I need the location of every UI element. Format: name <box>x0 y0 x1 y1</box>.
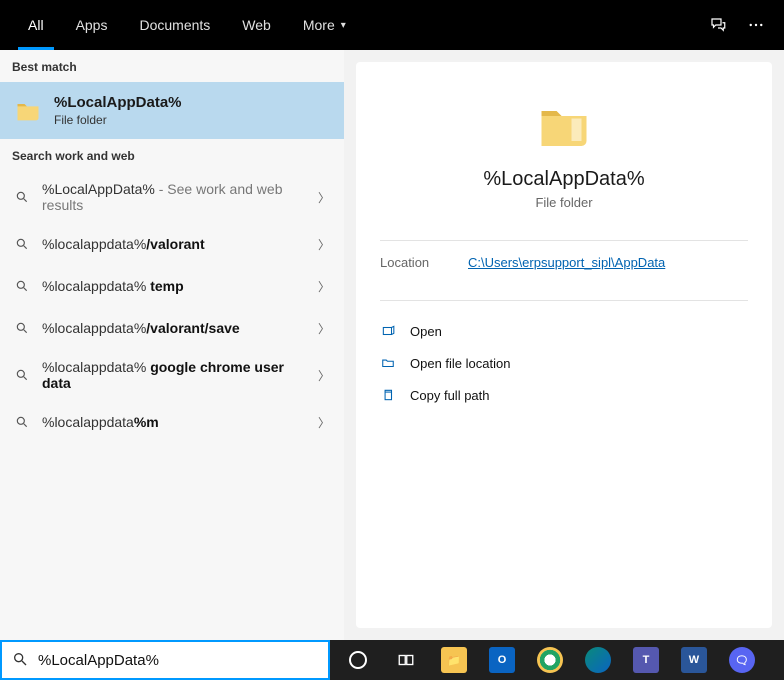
tab-apps[interactable]: Apps <box>60 0 124 50</box>
results-panel: Best match %LocalAppData% File folder Se… <box>0 50 344 640</box>
suggestion-text: %localappdata% google chrome user data <box>42 359 306 391</box>
best-match-label: Best match <box>0 50 344 82</box>
preview-panel: %LocalAppData% File folder Location C:\U… <box>356 62 772 628</box>
suggestion-item[interactable]: %localappdata% google chrome user data 〉 <box>0 349 344 401</box>
search-icon <box>14 414 30 430</box>
taskbar-outlook[interactable]: O <box>480 642 524 678</box>
copy-icon <box>380 387 396 403</box>
suggestion-text: %LocalAppData% - See work and web result… <box>42 181 306 213</box>
action-copy-path[interactable]: Copy full path <box>380 379 748 411</box>
best-match-subtitle: File folder <box>54 113 182 127</box>
chevron-right-icon: 〉 <box>318 278 330 295</box>
taskbar: 📁 O T W 🗨 <box>330 640 784 680</box>
search-input[interactable] <box>38 652 318 669</box>
folder-icon <box>534 96 594 156</box>
options-icon[interactable] <box>746 15 766 35</box>
best-match-item[interactable]: %LocalAppData% File folder <box>0 82 344 139</box>
chevron-right-icon: 〉 <box>318 320 330 337</box>
search-icon <box>14 320 30 336</box>
action-open-location[interactable]: Open file location <box>380 347 748 379</box>
action-label: Open <box>410 324 442 339</box>
divider <box>380 300 748 301</box>
preview-header: %LocalAppData% File folder <box>380 80 748 230</box>
header-actions <box>708 15 772 35</box>
folder-icon <box>14 97 42 125</box>
location-row: Location C:\Users\erpsupport_sipl\AppDat… <box>380 255 748 270</box>
search-icon <box>14 367 30 383</box>
suggestion-item[interactable]: %localappdata% temp 〉 <box>0 265 344 307</box>
search-bar[interactable] <box>0 640 330 680</box>
search-icon <box>12 651 28 670</box>
taskbar-edge[interactable] <box>576 642 620 678</box>
taskbar-explorer[interactable]: 📁 <box>432 642 476 678</box>
preview-title: %LocalAppData% <box>380 168 748 191</box>
taskbar-taskview[interactable] <box>384 642 428 678</box>
tab-documents[interactable]: Documents <box>123 0 226 50</box>
chrome-icon <box>537 647 563 673</box>
suggestion-text: %localappdata%/valorant/save <box>42 320 306 336</box>
suggestion-text: %localappdata%m <box>42 414 306 430</box>
taskbar-discord[interactable]: 🗨 <box>720 642 764 678</box>
tab-web[interactable]: Web <box>226 0 287 50</box>
taskbar-cortana[interactable] <box>336 642 380 678</box>
search-icon <box>14 189 30 205</box>
tab-group: All Apps Documents Web More <box>12 0 362 50</box>
best-match-text: %LocalAppData% File folder <box>54 94 182 127</box>
taskview-icon <box>393 647 419 673</box>
taskbar-chrome[interactable] <box>528 642 572 678</box>
suggestion-item[interactable]: %localappdata%/valorant 〉 <box>0 223 344 265</box>
tab-all[interactable]: All <box>12 0 60 50</box>
action-label: Copy full path <box>410 388 490 403</box>
action-open[interactable]: Open <box>380 315 748 347</box>
suggestion-text: %localappdata%/valorant <box>42 236 306 252</box>
divider <box>380 240 748 241</box>
word-icon: W <box>681 647 707 673</box>
open-icon <box>380 323 396 339</box>
suggestion-item[interactable]: %LocalAppData% - See work and web result… <box>0 171 344 223</box>
chevron-right-icon: 〉 <box>318 367 330 384</box>
edge-icon <box>585 647 611 673</box>
chevron-right-icon: 〉 <box>318 414 330 431</box>
tab-more[interactable]: More <box>287 0 362 50</box>
best-match-title: %LocalAppData% <box>54 94 182 111</box>
discord-icon: 🗨 <box>729 647 755 673</box>
suggestion-item[interactable]: %localappdata%m 〉 <box>0 401 344 443</box>
search-icon <box>14 236 30 252</box>
search-icon <box>14 278 30 294</box>
cortana-icon <box>349 651 367 669</box>
search-web-label: Search work and web <box>0 139 344 171</box>
location-label: Location <box>380 255 440 270</box>
taskbar-word[interactable]: W <box>672 642 716 678</box>
location-link[interactable]: C:\Users\erpsupport_sipl\AppData <box>468 255 665 270</box>
action-label: Open file location <box>410 356 510 371</box>
main-content: Best match %LocalAppData% File folder Se… <box>0 50 784 640</box>
chevron-right-icon: 〉 <box>318 236 330 253</box>
chevron-right-icon: 〉 <box>318 189 330 206</box>
outlook-icon: O <box>489 647 515 673</box>
explorer-icon: 📁 <box>441 647 467 673</box>
taskbar-teams[interactable]: T <box>624 642 668 678</box>
header-tabs-bar: All Apps Documents Web More <box>0 0 784 50</box>
folder-open-icon <box>380 355 396 371</box>
feedback-icon[interactable] <box>708 15 728 35</box>
preview-subtitle: File folder <box>380 195 748 210</box>
teams-icon: T <box>633 647 659 673</box>
suggestion-text: %localappdata% temp <box>42 278 306 294</box>
suggestion-item[interactable]: %localappdata%/valorant/save 〉 <box>0 307 344 349</box>
